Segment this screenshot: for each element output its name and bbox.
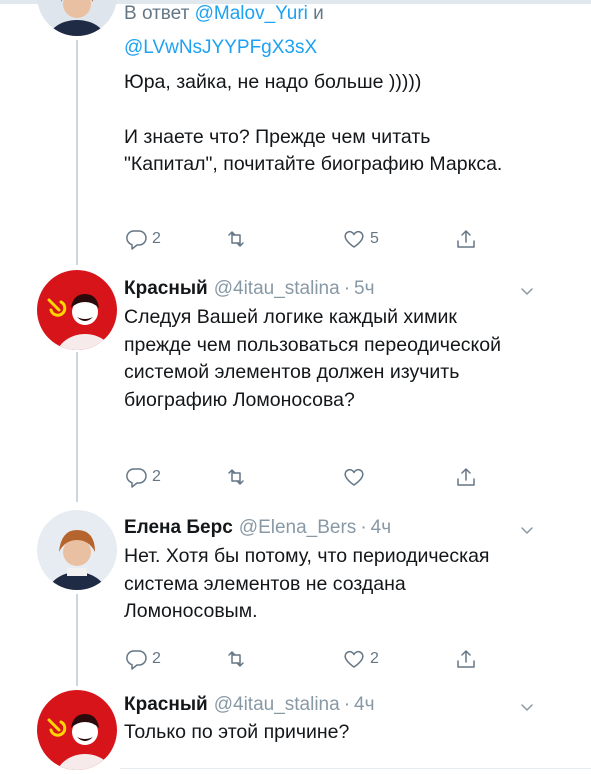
divider — [120, 768, 591, 769]
separator-dot: · — [343, 278, 351, 299]
user-handle[interactable]: @4itau_stalina — [214, 278, 340, 299]
avatar[interactable] — [37, 510, 117, 590]
display-name[interactable]: Елена Берс — [124, 517, 233, 538]
display-name[interactable]: Красный — [124, 694, 208, 715]
timestamp[interactable]: 4ч — [354, 694, 374, 715]
tweet-actions: 2 2 — [124, 646, 504, 672]
retweet-icon — [228, 469, 244, 485]
tweet-actions: 2 — [124, 464, 504, 490]
tweet-header: Красный @4itau_stalina · 4ч — [124, 694, 375, 716]
more-options-button[interactable] — [520, 284, 534, 298]
tweet-header: Красный @4itau_stalina · 5ч — [124, 278, 375, 300]
chevron-down-icon — [521, 704, 533, 711]
share-button[interactable] — [454, 226, 478, 252]
avatar-stalin-image — [37, 270, 117, 350]
mention-link[interactable]: @LVwNsJYYPFgX3sX — [124, 37, 317, 58]
like-count: 2 — [370, 650, 379, 667]
heart-icon — [344, 650, 364, 668]
share-button[interactable] — [454, 646, 478, 672]
share-icon — [457, 650, 475, 668]
timestamp[interactable]: 5ч — [354, 278, 374, 299]
thread-line — [76, 352, 78, 502]
like-button[interactable]: 2 — [342, 646, 379, 672]
heart-icon — [344, 468, 364, 486]
tweet-actions: 2 5 — [124, 226, 504, 252]
reply-to-line: В ответ @Malov_Yuri и — [124, 0, 324, 28]
heart-icon — [344, 230, 364, 248]
avatar-stalin-image — [37, 690, 117, 770]
separator-dot: · — [360, 517, 367, 538]
user-handle[interactable]: @4itau_stalina — [214, 694, 340, 715]
thread-line — [76, 594, 78, 686]
separator-dot: · — [343, 694, 351, 715]
tweet-text: Нет. Хотя бы потому, что периодическая с… — [124, 545, 490, 622]
reply-count: 2 — [152, 468, 161, 485]
reply-button[interactable]: 2 — [124, 226, 161, 252]
tweet-paragraph: Юра, зайка, не надо больше ))))) — [124, 71, 422, 93]
reply-button[interactable]: 2 — [124, 464, 161, 490]
reply-conjunction: и — [313, 3, 324, 24]
avatar[interactable] — [37, 270, 117, 350]
tweet-text: Только по этой причине? — [124, 721, 350, 743]
mention-link[interactable]: @Malov_Yuri — [195, 3, 308, 24]
avatar[interactable] — [37, 0, 117, 36]
retweet-button[interactable] — [224, 464, 252, 490]
retweet-icon — [228, 231, 244, 247]
timestamp[interactable]: 4ч — [371, 517, 391, 538]
share-icon — [457, 468, 475, 486]
reply-icon — [126, 650, 147, 670]
thread-line — [76, 40, 78, 265]
retweet-button[interactable] — [224, 646, 252, 672]
chevron-down-icon — [521, 527, 533, 534]
retweet-button[interactable] — [224, 226, 252, 252]
user-handle[interactable]: @Elena_Bers — [239, 517, 357, 538]
more-options-button[interactable] — [520, 523, 534, 537]
share-icon — [457, 230, 475, 248]
reply-icon — [126, 468, 147, 488]
retweet-icon — [228, 651, 244, 667]
tweet-text: Следуя Вашей логике каждый химик прежде … — [124, 306, 502, 411]
reply-to-line: @LVwNsJYYPFgX3sX — [124, 34, 317, 62]
like-button[interactable]: 5 — [342, 226, 379, 252]
reply-button[interactable]: 2 — [124, 646, 161, 672]
avatar[interactable] — [37, 690, 117, 770]
avatar-elena-image — [37, 0, 117, 36]
like-button[interactable] — [342, 464, 370, 490]
avatar-elena-image — [37, 510, 117, 590]
tweet-header: Елена Берс @Elena_Bers · 4ч — [124, 517, 391, 539]
reply-prefix: В ответ — [124, 3, 190, 24]
reply-icon — [126, 230, 147, 250]
more-options-button[interactable] — [520, 700, 534, 714]
chevron-down-icon — [521, 288, 533, 295]
tweet-text: Юра, зайка, не надо больше ))))) И знает… — [124, 69, 524, 179]
tweet-paragraph: И знаете что? Прежде чем читать "Капитал… — [124, 125, 503, 176]
reply-count: 2 — [152, 230, 161, 247]
like-count: 5 — [370, 230, 379, 247]
reply-count: 2 — [152, 650, 161, 667]
display-name[interactable]: Красный — [124, 278, 208, 299]
share-button[interactable] — [454, 464, 478, 490]
